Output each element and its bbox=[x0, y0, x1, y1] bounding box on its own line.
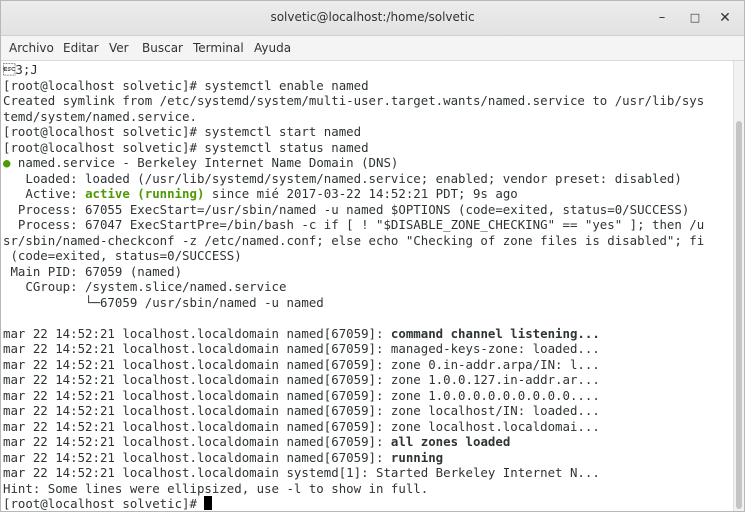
menu-bar: Archivo Editar Ver Buscar Terminal Ayuda bbox=[1, 36, 744, 61]
terminal-line: mar 22 14:52:21 localhost.localdomain na… bbox=[3, 341, 600, 356]
terminal-line: mar 22 14:52:21 localhost.localdomain na… bbox=[3, 450, 443, 466]
menu-editar[interactable]: Editar bbox=[63, 41, 99, 55]
terminal-line: Loaded: loaded (/usr/lib/systemd/system/… bbox=[3, 170, 682, 186]
terminal-line: mar 22 14:52:21 localhost.localdomain na… bbox=[3, 418, 600, 434]
terminal-line: mar 22 14:52:21 localhost.localdomain na… bbox=[3, 434, 510, 450]
terminal-line: sr/sbin/named-checkconf -z /etc/named.co… bbox=[3, 232, 705, 248]
vertical-scrollbar[interactable] bbox=[733, 61, 744, 511]
terminal-line: 3;J bbox=[3, 62, 38, 77]
shell-prompt: [root@localhost solvetic]# bbox=[3, 496, 205, 511]
log-prefix: mar 22 14:52:21 localhost.localdomain na… bbox=[3, 325, 391, 341]
window-title: solvetic@localhost:/home/solvetic bbox=[270, 10, 475, 24]
terminal-line: └─67059 /usr/sbin/named -u named bbox=[3, 294, 324, 310]
terminal-output[interactable]: 3;J [root@localhost solvetic]# systemctl… bbox=[1, 61, 732, 511]
terminal-line: Process: 67047 ExecStartPre=/bin/bash -c… bbox=[3, 217, 705, 232]
terminal-line: Process: 67055 ExecStart=/usr/sbin/named… bbox=[3, 201, 690, 217]
terminal-line: Main PID: 67059 (named) bbox=[3, 263, 183, 279]
terminal-line: [root@localhost solvetic]# systemctl sta… bbox=[3, 124, 362, 139]
close-button[interactable]: ✕ bbox=[714, 7, 736, 29]
menu-ayuda[interactable]: Ayuda bbox=[254, 41, 291, 55]
scrollbar-thumb[interactable] bbox=[736, 121, 742, 509]
active-label: Active: bbox=[3, 186, 86, 201]
terminal-line: mar 22 14:52:21 localhost.localdomain na… bbox=[3, 372, 600, 387]
terminal-line: Hint: Some lines were ellipsized, use -l… bbox=[3, 480, 429, 496]
log-message-bold: all zones loaded bbox=[390, 434, 511, 449]
terminal-line: Created symlink from /etc/systemd/system… bbox=[3, 93, 705, 108]
terminal-line: CGroup: /system.slice/named.service bbox=[3, 279, 287, 294]
active-status: active (running) bbox=[85, 186, 205, 201]
text-cursor bbox=[204, 496, 213, 510]
title-bar[interactable]: solvetic@localhost:/home/solvetic – □ ✕ bbox=[1, 1, 744, 36]
terminal-window: solvetic@localhost:/home/solvetic – □ ✕ … bbox=[0, 0, 745, 512]
service-name: named.service - Berkeley Internet Name D… bbox=[10, 155, 399, 170]
terminal-line: [root@localhost solvetic]# bbox=[3, 496, 213, 511]
menu-archivo[interactable]: Archivo bbox=[9, 41, 54, 55]
terminal-line: mar 22 14:52:21 localhost.localdomain na… bbox=[3, 326, 600, 342]
terminal-line: ● named.service - Berkeley Internet Name… bbox=[3, 155, 398, 171]
log-message-bold: running bbox=[390, 449, 444, 465]
terminal-line: [root@localhost solvetic]# systemctl ena… bbox=[3, 77, 369, 93]
terminal-line: mar 22 14:52:21 localhost.localdomain na… bbox=[3, 356, 600, 372]
log-message-bold: command channel listening... bbox=[390, 325, 600, 341]
minimize-button[interactable]: – bbox=[651, 7, 673, 29]
active-since: since mié 2017-03-22 14:52:21 PDT; 9s ag… bbox=[204, 186, 518, 201]
terminal-line: Active: active (running) since mié 2017-… bbox=[3, 186, 518, 202]
log-prefix: mar 22 14:52:21 localhost.localdomain na… bbox=[3, 434, 391, 449]
maximize-button[interactable]: □ bbox=[684, 7, 706, 29]
terminal-line: mar 22 14:52:21 localhost.localdomain na… bbox=[3, 403, 600, 418]
terminal-line: (code=exited, status=0/SUCCESS) bbox=[3, 248, 242, 263]
menu-ver[interactable]: Ver bbox=[109, 41, 129, 55]
terminal-line: mar 22 14:52:21 localhost.localdomain na… bbox=[3, 387, 600, 403]
terminal-line: [root@localhost solvetic]# systemctl sta… bbox=[3, 139, 369, 155]
terminal-line: mar 22 14:52:21 localhost.localdomain sy… bbox=[3, 465, 600, 480]
menu-buscar[interactable]: Buscar bbox=[142, 41, 183, 55]
terminal-line: temd/system/named.service. bbox=[3, 108, 197, 124]
menu-terminal[interactable]: Terminal bbox=[193, 41, 244, 55]
log-prefix: mar 22 14:52:21 localhost.localdomain na… bbox=[3, 449, 391, 465]
